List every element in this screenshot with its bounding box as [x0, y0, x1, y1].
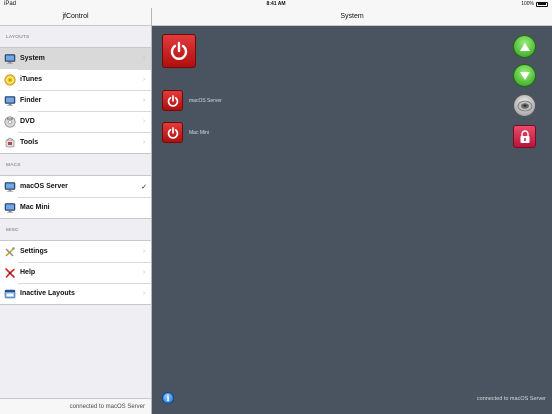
chevron-right-icon: › [142, 269, 146, 276]
clock: 8:41 AM [266, 1, 286, 7]
lock-screen-button[interactable] [513, 125, 536, 148]
page-title: System [152, 8, 552, 26]
power-icon [167, 94, 178, 107]
sidebar-item-finder[interactable]: Finder › [0, 90, 151, 111]
info-icon[interactable]: i [162, 392, 174, 404]
help-icon [4, 267, 16, 279]
sidebar-item-label: Finder [20, 97, 42, 104]
power-icon [167, 126, 178, 139]
status-bar: iPad 8:41 AM 100% [0, 0, 552, 8]
sidebar-item-mac-mini[interactable]: Mac Mini [0, 197, 151, 218]
sidebar: jfControl LAYOUTS System › iTunes › Find… [0, 8, 152, 414]
main-panel: System macOS Server Mac Mini i connected… [152, 8, 552, 414]
sidebar-item-macos-server[interactable]: macOS Server ✓ [0, 176, 151, 197]
chevron-right-icon: › [142, 118, 146, 125]
sidebar-item-dvd[interactable]: DVD DVD › [0, 111, 151, 132]
sidebar-item-label: Inactive Layouts [20, 290, 75, 297]
arrow-up-icon [519, 42, 530, 51]
power-label-macos-server: macOS Server [189, 98, 222, 104]
volume-down-button[interactable] [513, 64, 536, 87]
sidebar-title: jfControl [0, 8, 151, 26]
power-macos-server-button[interactable] [162, 90, 183, 111]
sidebar-item-label: Tools [20, 139, 39, 146]
itunes-icon [4, 74, 16, 86]
sidebar-item-settings[interactable]: Settings › [0, 241, 151, 262]
sidebar-item-label: macOS Server [20, 183, 68, 190]
arrow-down-icon [519, 71, 530, 80]
chevron-right-icon: › [142, 97, 146, 104]
finder-icon [4, 95, 16, 107]
sidebar-item-help[interactable]: Help › [0, 262, 151, 283]
chevron-right-icon: › [142, 76, 146, 83]
sidebar-item-itunes[interactable]: iTunes › [0, 69, 151, 90]
sidebar-item-label: Settings [20, 248, 48, 255]
sidebar-connection-status: connected to macOS Server [0, 398, 151, 414]
power-label-mac-mini: Mac Mini [189, 130, 210, 136]
speaker-icon [517, 100, 532, 111]
monitor-icon [4, 53, 16, 65]
sidebar-item-label: Help [20, 269, 36, 276]
chevron-right-icon: › [142, 248, 146, 255]
battery-indicator: 100% [521, 1, 548, 7]
battery-icon [536, 1, 548, 7]
sidebar-item-label: iTunes [20, 76, 43, 83]
macs-group: macOS Server ✓ Mac Mini [0, 175, 151, 219]
section-header-misc: MISC [6, 228, 19, 233]
settings-icon [4, 246, 16, 258]
mute-button[interactable] [513, 94, 536, 117]
layouts-group: System › iTunes › Finder › DVD DVD › Too… [0, 47, 151, 154]
power-icon [170, 41, 188, 60]
power-mac-mini-button[interactable] [162, 122, 183, 143]
power-all-button[interactable] [162, 34, 196, 68]
section-header-macs: MACS [6, 163, 21, 168]
misc-group: Settings › Help › Inactive Layouts › [0, 240, 151, 305]
connection-status: connected to macOS Server [476, 396, 546, 402]
sidebar-item-tools[interactable]: Tools › [0, 132, 151, 153]
lock-icon [520, 129, 529, 143]
battery-percent: 100% [521, 1, 534, 7]
chevron-right-icon: › [142, 290, 146, 297]
layouts-icon [4, 288, 16, 300]
monitor-icon [4, 181, 16, 193]
chevron-right-icon: › [142, 139, 146, 146]
dvd-icon: DVD [4, 116, 16, 128]
monitor-icon [4, 202, 16, 214]
sidebar-item-label: Mac Mini [20, 204, 50, 211]
volume-up-button[interactable] [513, 35, 536, 58]
section-header-layouts: LAYOUTS [6, 35, 30, 40]
checkmark-icon: ✓ [141, 183, 147, 191]
sidebar-item-system[interactable]: System › [0, 48, 151, 69]
tools-icon [4, 137, 16, 149]
chevron-right-icon: › [142, 55, 146, 62]
sidebar-item-inactive-layouts[interactable]: Inactive Layouts › [0, 283, 151, 304]
sidebar-item-label: DVD [20, 118, 35, 125]
svg-text:DVD: DVD [7, 117, 14, 121]
sidebar-item-label: System [20, 55, 45, 62]
